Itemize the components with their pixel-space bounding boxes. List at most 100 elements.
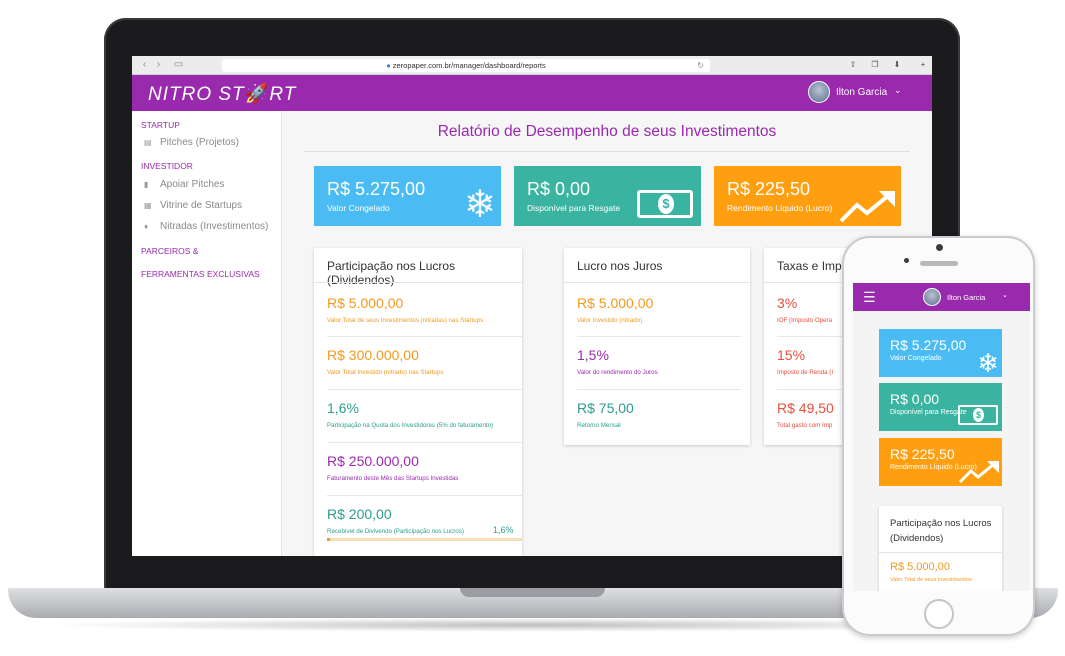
logo[interactable]: NITRO ST🚀RT xyxy=(148,82,296,106)
sidebar-item-nitradas[interactable]: ♦ Nitradas (Investimentos) xyxy=(144,221,268,232)
stat-label: Disponível para Resgate xyxy=(527,203,621,213)
panel-title: Participação nos Lucros (Dividendos) xyxy=(890,518,992,544)
download-icon[interactable]: ⬇ xyxy=(890,59,904,71)
stat-value: R$ 225,50 xyxy=(727,179,811,199)
phone-speaker xyxy=(920,261,958,266)
metric-label: Valor Total Investido (nitrado) nas Star… xyxy=(327,369,444,376)
metric-value: R$ 200,00 xyxy=(327,506,392,522)
reload-icon[interactable]: ↻ xyxy=(697,59,704,72)
metric-label: Recebível de Divivendo (Participação nos… xyxy=(327,528,464,535)
panel-title: Lucro nos Juros xyxy=(577,259,663,273)
panel-title: Taxas e Imp xyxy=(777,259,842,273)
tabs-icon[interactable]: ❐ xyxy=(868,59,882,71)
metric-label: Participação na Quota dos Investidores (… xyxy=(327,422,494,429)
stat-card-frozen: R$ 5.275,00 Valor Congelado ❄ xyxy=(314,166,501,226)
sidebar-item-vitrine[interactable]: ▦ Vitrine de Startups xyxy=(144,200,242,211)
user-name[interactable]: Ilton Garcia xyxy=(947,293,985,302)
metric-label: Faturamento deste Mês das Startups Inves… xyxy=(327,475,459,482)
progress-percent: 1,6% xyxy=(493,525,514,535)
hamburger-menu-icon[interactable]: ☰ xyxy=(863,289,876,306)
progress-fill xyxy=(327,538,331,541)
page-title: Relatório de Desempenho de seus Investim… xyxy=(437,123,777,140)
metric-value: R$ 300.000,00 xyxy=(327,347,419,363)
sidebar-section-investidor[interactable]: INVESTIDOR xyxy=(141,161,193,171)
divider xyxy=(327,495,522,496)
stat-value: R$ 225,50 xyxy=(890,446,955,462)
stat-value: R$ 0,00 xyxy=(527,179,591,199)
divider xyxy=(577,336,741,337)
divider xyxy=(314,282,522,283)
stat-value: R$ 5.275,00 xyxy=(890,337,967,353)
panel-dividends: Participação nos Lucros (Dividendos) R$ … xyxy=(314,248,522,556)
sidebar-section-ferramentas[interactable]: FERRAMENTAS EXCLUSIVAS xyxy=(141,269,260,279)
mobile-header: ☰ Ilton Garcia ⌄ xyxy=(853,283,1030,311)
new-tab-icon[interactable]: + xyxy=(916,59,930,71)
divider xyxy=(327,389,522,390)
stat-value: R$ 0,00 xyxy=(890,391,940,407)
share-icon[interactable]: ⇧ xyxy=(846,59,860,71)
metric-value: R$ 5.000,00 xyxy=(327,295,404,311)
metric-value: R$ 5.000,00 xyxy=(890,561,950,573)
sidebar-item-pitches[interactable]: ▤ Pitches (Projetos) xyxy=(144,137,239,148)
metric-label: Total gasto com Imp xyxy=(777,422,833,429)
laptop-notch xyxy=(460,588,605,597)
stat-label: Valor Congelado xyxy=(890,355,942,362)
logo-text-end: RT xyxy=(269,84,297,105)
sidebar-toggle-icon[interactable]: ▭ xyxy=(172,59,185,71)
document-icon: ▤ xyxy=(144,138,152,147)
forward-icon[interactable]: › xyxy=(152,59,165,71)
divider xyxy=(879,552,1002,553)
metric-label: Imposto de Renda (I xyxy=(777,369,834,376)
divider xyxy=(327,442,522,443)
camera-icon xyxy=(936,244,943,251)
url-text: zeropaper.com.br/manager/dashboard/repor… xyxy=(392,61,546,70)
metric-value: 3% xyxy=(777,295,798,311)
user-name[interactable]: Ilton Garcia xyxy=(836,87,887,98)
metric-label: Retorno Mensal xyxy=(577,422,621,429)
money-icon: $ xyxy=(958,405,998,425)
divider xyxy=(304,151,910,152)
globe-icon: ● xyxy=(386,61,391,70)
mobile-body: R$ 5.275,00 Valor Congelado ❄ R$ 0,00 Di… xyxy=(853,311,1030,591)
stat-card-available: R$ 0,00 Disponível para Resgate $ xyxy=(514,166,701,226)
phone-screen: ☰ Ilton Garcia ⌄ R$ 5.275,00 Valor Conge… xyxy=(853,283,1030,591)
chevron-down-icon[interactable]: ⌄ xyxy=(894,85,902,96)
trend-up-icon xyxy=(958,461,999,484)
grid-icon: ▦ xyxy=(144,201,152,210)
metric-label: Valor do rendimento do Juros xyxy=(577,369,658,376)
address-bar[interactable]: ● zeropaper.com.br/manager/dashboard/repo… xyxy=(222,59,710,72)
phone-frame: ☰ Ilton Garcia ⌄ R$ 5.275,00 Valor Conge… xyxy=(842,236,1035,636)
chevron-down-icon[interactable]: ⌄ xyxy=(1002,291,1008,299)
progress-bar xyxy=(327,538,522,541)
metric-value: R$ 250.000,00 xyxy=(327,453,419,469)
home-button[interactable] xyxy=(924,599,954,629)
metric-value: R$ 49,50 xyxy=(777,400,834,416)
avatar[interactable] xyxy=(808,81,830,103)
sidebar-item-label: Nitradas (Investimentos) xyxy=(160,221,269,232)
money-icon: $ xyxy=(637,190,693,218)
metric-label: Valor Total de seus Investimentos (nitra… xyxy=(327,317,484,324)
browser-toolbar: ‹ › ▭ ● zeropaper.com.br/manager/dashboar… xyxy=(132,56,932,75)
back-icon[interactable]: ‹ xyxy=(138,59,151,71)
metric-value: 1,5% xyxy=(577,347,609,363)
stat-card-profit: R$ 225,50 Rendimento Líquido (Lucro) xyxy=(879,438,1002,486)
panel-dividends: Participação nos Lucros (Dividendos) R$ … xyxy=(879,506,1002,591)
avatar[interactable] xyxy=(923,288,941,306)
app-header: NITRO ST🚀RT Ilton Garcia ⌄ xyxy=(132,75,932,111)
sidebar-item-label: Pitches (Projetos) xyxy=(160,137,239,148)
snowflake-icon: ❄ xyxy=(977,348,999,377)
sidebar-section-startup[interactable]: STARTUP xyxy=(141,120,180,130)
metric-label: Valor Investido (nitrado) xyxy=(577,317,643,324)
sidebar-item-apoiar[interactable]: ▮ Apoiar Pitches xyxy=(144,179,224,190)
main-content: Relatório de Desempenho de seus Investim… xyxy=(282,111,932,556)
stat-label: Rendimento Líquido (Lucro) xyxy=(727,203,833,213)
stat-label: Disponível para Resgate xyxy=(890,409,967,416)
metric-label: IOF (Imposto Opera xyxy=(777,317,833,324)
sensor-icon xyxy=(904,258,909,263)
metric-value: 1,6% xyxy=(327,400,359,416)
sidebar: STARTUP ▤ Pitches (Projetos) INVESTIDOR ▮… xyxy=(132,111,282,556)
laptop-screen: ‹ › ▭ ● zeropaper.com.br/manager/dashboar… xyxy=(132,56,932,556)
divider xyxy=(564,282,750,283)
sidebar-section-parceiros[interactable]: PARCEIROS & xyxy=(141,246,198,256)
metric-value: R$ 75,00 xyxy=(577,400,634,416)
